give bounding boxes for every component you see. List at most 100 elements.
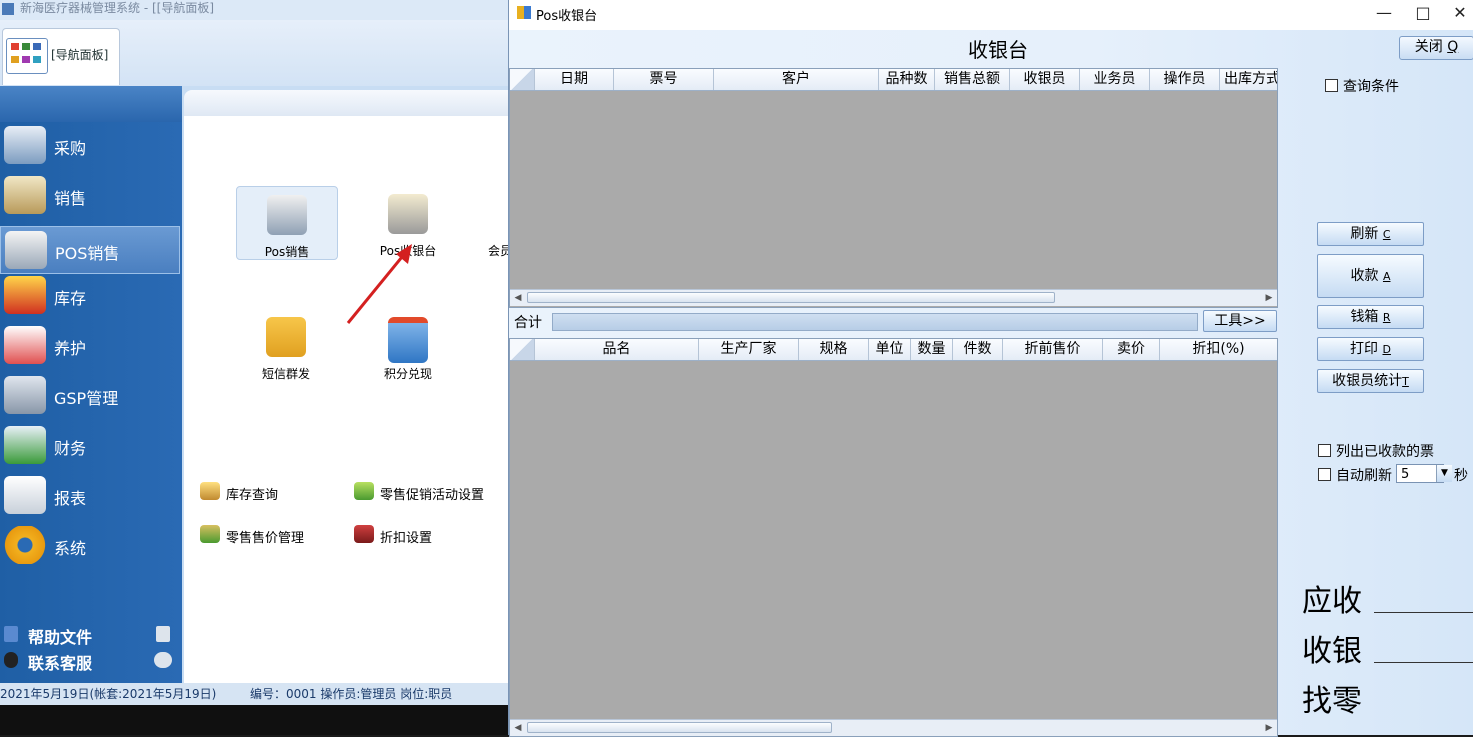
cash-register-icon: [388, 194, 428, 234]
close-button[interactable]: 关闭 Q: [1399, 36, 1473, 60]
money-chart-icon: [4, 426, 46, 464]
link-discount-settings[interactable]: 折扣设置: [354, 525, 494, 545]
change-row: 找零: [1302, 676, 1362, 720]
scroll-thumb[interactable]: [527, 722, 832, 733]
scroll-thumb[interactable]: [527, 292, 1055, 303]
col-sales-total[interactable]: 销售总额: [935, 69, 1010, 90]
col-price-before-discount[interactable]: 折前售价: [1003, 339, 1103, 360]
tile-label: 会员: [488, 242, 508, 258]
col-pieces[interactable]: 件数: [953, 339, 1003, 360]
sidebar-item-label: 系统: [54, 535, 86, 559]
col-operator[interactable]: 操作员: [1150, 69, 1220, 90]
pos-terminal-icon: [5, 231, 47, 269]
collect-payment-button[interactable]: 收款 A: [1317, 254, 1424, 298]
received-value-line: [1374, 662, 1473, 663]
col-item-count[interactable]: 品种数: [879, 69, 935, 90]
help-file-link[interactable]: 帮助文件: [0, 624, 180, 646]
receivable-value-line: [1374, 612, 1473, 613]
gear-icon: [4, 526, 46, 564]
contact-support-link[interactable]: 联系客服: [0, 650, 180, 672]
scroll-right-icon[interactable]: ▶: [1261, 290, 1277, 306]
change-label: 找零: [1302, 684, 1362, 719]
sidebar-item-maintenance[interactable]: 养护: [0, 322, 178, 368]
cashier-stats-button[interactable]: 收银员统计T: [1317, 369, 1424, 393]
help-file-label: 帮助文件: [28, 624, 92, 648]
sidebar-item-system[interactable]: 系统: [0, 522, 178, 568]
refresh-button[interactable]: 刷新 C: [1317, 222, 1424, 246]
grid-header: 品名 生产厂家 规格 单位 数量 件数 折前售价 卖价 折扣(%): [510, 339, 1277, 361]
report-icon: [4, 476, 46, 514]
discount-tag-icon: [354, 525, 374, 543]
main-panel-header: [184, 90, 508, 116]
link-promotion-settings[interactable]: 零售促销活动设置: [354, 482, 504, 502]
sidebar-item-finance[interactable]: 财务: [0, 422, 178, 468]
button-label: 刷新: [1350, 226, 1378, 242]
taskbar: [0, 705, 508, 735]
grid-corner[interactable]: [510, 339, 535, 360]
col-salesperson[interactable]: 业务员: [1080, 69, 1150, 90]
calculator-icon[interactable]: [156, 626, 170, 642]
sidebar-item-inventory[interactable]: 库存: [0, 272, 178, 318]
cash-drawer-button[interactable]: 钱箱 R: [1317, 305, 1424, 329]
col-outbound-method[interactable]: 出库方式: [1220, 69, 1277, 90]
window-icon: [517, 6, 531, 19]
top-grid-hscroll[interactable]: ◀ ▶: [510, 289, 1277, 306]
scroll-left-icon[interactable]: ◀: [510, 290, 526, 306]
bottom-grid-hscroll[interactable]: ◀ ▶: [510, 719, 1277, 736]
col-cashier[interactable]: 收银员: [1010, 69, 1080, 90]
scroll-right-icon[interactable]: ▶: [1261, 720, 1277, 736]
shortcut-key: T: [1402, 375, 1409, 388]
sale-items-grid[interactable]: 品名 生产厂家 规格 单位 数量 件数 折前售价 卖价 折扣(%) ◀ ▶: [509, 338, 1278, 737]
link-retail-price[interactable]: 零售售价管理: [200, 525, 340, 545]
money-bag-icon: [200, 525, 220, 543]
col-sale-price[interactable]: 卖价: [1103, 339, 1160, 360]
scroll-left-icon[interactable]: ◀: [510, 720, 526, 736]
sum-label: 合计: [514, 312, 542, 332]
col-manufacturer[interactable]: 生产厂家: [699, 339, 799, 360]
tools-button[interactable]: 工具>>: [1203, 310, 1277, 332]
sidebar-item-label: 库存: [54, 285, 86, 309]
sidebar-item-reports[interactable]: 报表: [0, 472, 178, 518]
status-operator: 编号：0001 操作员:管理员 岗位:职员: [250, 683, 452, 705]
sidebar-item-purchase[interactable]: 采购: [0, 122, 178, 168]
sidebar-item-gsp[interactable]: GSP管理: [0, 372, 178, 418]
sales-tickets-grid[interactable]: 日期 票号 客户 品种数 销售总额 收银员 业务员 操作员 出库方式 ◀ ▶: [509, 68, 1278, 308]
sidebar-item-pos-sales[interactable]: POS销售: [0, 226, 180, 274]
col-ticket-no[interactable]: 票号: [614, 69, 714, 90]
tile-pos-sales[interactable]: Pos销售: [236, 186, 338, 260]
print-button[interactable]: 打印 D: [1317, 337, 1424, 361]
sum-bar: [552, 313, 1198, 331]
refresh-icon[interactable]: [154, 652, 172, 668]
maximize-button[interactable]: □: [1400, 0, 1446, 28]
close-window-button[interactable]: ✕: [1446, 0, 1473, 28]
checkbox-label: 自动刷新: [1336, 465, 1392, 485]
query-conditions-checkbox[interactable]: 查询条件: [1325, 76, 1425, 94]
list-paid-tickets-checkbox[interactable]: 列出已收款的票: [1318, 441, 1438, 459]
checkbox-box: [1318, 468, 1331, 481]
col-date[interactable]: 日期: [535, 69, 614, 90]
shortcut-key: R: [1383, 311, 1391, 324]
link-label: 零售售价管理: [226, 527, 304, 546]
grid-header: 日期 票号 客户 品种数 销售总额 收银员 业务员 操作员 出库方式: [510, 69, 1277, 91]
shopping-cart-icon: [4, 176, 46, 214]
link-stock-query[interactable]: 库存查询: [200, 482, 340, 502]
seconds-unit: 秒: [1454, 465, 1468, 485]
cashier-heading: 收银台: [509, 34, 1473, 63]
truck-icon: [4, 126, 46, 164]
chevron-down-icon[interactable]: ▼: [1436, 465, 1452, 482]
col-discount[interactable]: 折扣(%): [1160, 339, 1277, 360]
tile-member[interactable]: 会员: [458, 186, 508, 258]
auto-refresh-checkbox[interactable]: 自动刷新: [1318, 465, 1394, 483]
grid-corner[interactable]: [510, 69, 535, 90]
sidebar-item-sales[interactable]: 销售: [0, 172, 178, 218]
col-customer[interactable]: 客户: [714, 69, 879, 90]
sidebar-header: [0, 86, 182, 122]
navigation-app-window: 新海医疗器械管理系统 - [[导航面板] [导航面板] 采购 销售 POS销售 …: [0, 0, 508, 735]
col-spec[interactable]: 规格: [799, 339, 869, 360]
nav-panel-tab[interactable]: [导航面板]: [2, 28, 120, 85]
col-quantity[interactable]: 数量: [911, 339, 953, 360]
col-unit[interactable]: 单位: [869, 339, 911, 360]
col-product-name[interactable]: 品名: [535, 339, 699, 360]
tile-sms-broadcast[interactable]: 短信群发: [236, 309, 336, 381]
contact-support-label: 联系客服: [28, 650, 92, 674]
